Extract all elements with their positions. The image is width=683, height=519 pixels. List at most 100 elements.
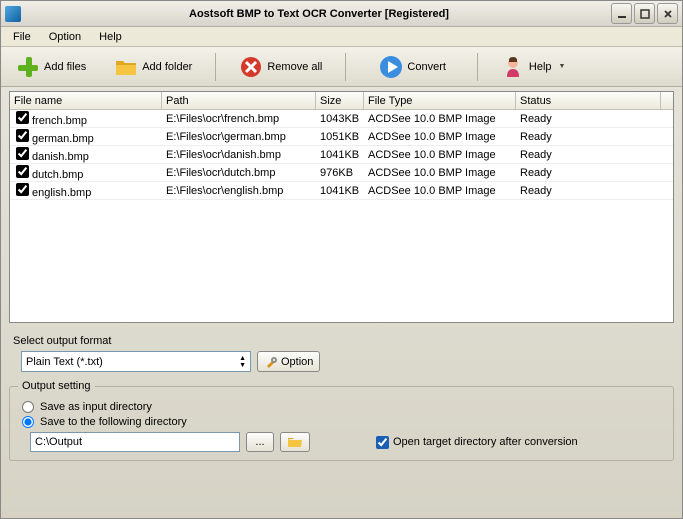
menu-help[interactable]: Help bbox=[91, 29, 130, 45]
output-format-select[interactable]: Plain Text (*.txt) ▲▼ bbox=[21, 351, 251, 372]
format-selected: Plain Text (*.txt) bbox=[26, 356, 103, 368]
cell-status: Ready bbox=[516, 166, 661, 180]
table-row[interactable]: english.bmp E:\Files\ocr\english.bmp1041K… bbox=[10, 182, 673, 200]
add-folder-label: Add folder bbox=[142, 61, 192, 73]
cell-type: ACDSee 10.0 BMP Image bbox=[364, 130, 516, 144]
output-path-input[interactable]: C:\Output bbox=[30, 432, 240, 452]
open-folder-button[interactable] bbox=[280, 432, 310, 452]
add-files-button[interactable]: Add files bbox=[9, 51, 93, 83]
cell-path: E:\Files\ocr\dutch.bmp bbox=[162, 166, 316, 180]
remove-icon bbox=[239, 55, 263, 79]
main-window: Aostsoft BMP to Text OCR Converter [Regi… bbox=[0, 0, 683, 519]
column-filetype[interactable]: File Type bbox=[364, 92, 516, 109]
open-target-label: Open target directory after conversion bbox=[393, 436, 578, 448]
cell-size: 1041KB bbox=[316, 184, 364, 198]
cell-size: 976KB bbox=[316, 166, 364, 180]
cell-path: E:\Files\ocr\french.bmp bbox=[162, 112, 316, 126]
toolbar: Add files Add folder Remove all Convert bbox=[1, 47, 682, 87]
wrench-icon bbox=[264, 355, 278, 369]
save-input-label: Save as input directory bbox=[40, 401, 152, 413]
row-checkbox[interactable] bbox=[16, 111, 29, 124]
radio-save-input-dir[interactable]: Save as input directory bbox=[22, 401, 665, 413]
cell-status: Ready bbox=[516, 130, 661, 144]
cell-status: Ready bbox=[516, 184, 661, 198]
column-status[interactable]: Status bbox=[516, 92, 661, 109]
format-option-button[interactable]: Option bbox=[257, 351, 320, 372]
close-icon bbox=[663, 9, 673, 19]
help-icon bbox=[501, 55, 525, 79]
column-filename[interactable]: File name bbox=[10, 92, 162, 109]
cell-path: E:\Files\ocr\danish.bmp bbox=[162, 148, 316, 162]
cell-filename: danish.bmp bbox=[32, 151, 89, 163]
menubar: File Option Help bbox=[1, 27, 682, 47]
cell-filename: german.bmp bbox=[32, 133, 94, 145]
cell-status: Ready bbox=[516, 148, 661, 162]
cell-path: E:\Files\ocr\english.bmp bbox=[162, 184, 316, 198]
remove-all-button[interactable]: Remove all bbox=[232, 51, 329, 83]
save-input-radio[interactable] bbox=[22, 401, 34, 413]
row-checkbox[interactable] bbox=[16, 183, 29, 196]
plus-icon bbox=[16, 55, 40, 79]
table-row[interactable]: dutch.bmp E:\Files\ocr\dutch.bmp976KBACDS… bbox=[10, 164, 673, 182]
row-checkbox[interactable] bbox=[16, 147, 29, 160]
save-following-radio[interactable] bbox=[22, 416, 34, 428]
convert-label: Convert bbox=[407, 61, 446, 73]
separator bbox=[345, 53, 346, 81]
help-button[interactable]: Help ▼ bbox=[494, 51, 573, 83]
add-files-label: Add files bbox=[44, 61, 86, 73]
titlebar: Aostsoft BMP to Text OCR Converter [Regi… bbox=[1, 1, 682, 27]
option-label: Option bbox=[281, 356, 313, 368]
open-target-checkbox[interactable] bbox=[376, 436, 389, 449]
cell-size: 1043KB bbox=[316, 112, 364, 126]
convert-button[interactable]: Convert bbox=[372, 51, 453, 83]
format-row: Plain Text (*.txt) ▲▼ Option bbox=[21, 351, 670, 372]
cell-filename: dutch.bmp bbox=[32, 169, 83, 181]
stepper-icon: ▲▼ bbox=[239, 355, 246, 369]
table-row[interactable]: danish.bmpE:\Files\ocr\danish.bmp1041KBA… bbox=[10, 146, 673, 164]
menu-option[interactable]: Option bbox=[41, 29, 89, 45]
browse-label: ... bbox=[255, 436, 264, 448]
output-path-row: C:\Output ... Open target directory afte… bbox=[30, 432, 665, 452]
format-section-label: Select output format bbox=[13, 335, 674, 347]
cell-status: Ready bbox=[516, 112, 661, 126]
close-button[interactable] bbox=[657, 3, 678, 24]
cell-filename: french.bmp bbox=[32, 115, 87, 127]
table-row[interactable]: french.bmp E:\Files\ocr\french.bmp1043KBA… bbox=[10, 110, 673, 128]
play-icon bbox=[379, 55, 403, 79]
output-path-value: C:\Output bbox=[35, 436, 82, 448]
separator bbox=[215, 53, 216, 81]
file-list-body[interactable]: french.bmpE:\Files\ocr\french.bmp1043KBA… bbox=[10, 110, 673, 323]
help-label: Help bbox=[529, 61, 552, 73]
add-folder-button[interactable]: Add folder bbox=[107, 51, 199, 83]
cell-path: E:\Files\ocr\german.bmp bbox=[162, 130, 316, 144]
maximize-button[interactable] bbox=[634, 3, 655, 24]
cell-type: ACDSee 10.0 BMP Image bbox=[364, 184, 516, 198]
row-checkbox[interactable] bbox=[16, 165, 29, 178]
maximize-icon bbox=[640, 9, 650, 19]
remove-all-label: Remove all bbox=[267, 61, 322, 73]
app-icon bbox=[5, 6, 21, 22]
browse-button[interactable]: ... bbox=[246, 432, 274, 452]
row-checkbox[interactable] bbox=[16, 129, 29, 142]
minimize-button[interactable] bbox=[611, 3, 632, 24]
radio-save-following-dir[interactable]: Save to the following directory bbox=[22, 416, 665, 428]
cell-type: ACDSee 10.0 BMP Image bbox=[364, 112, 516, 126]
folder-icon bbox=[114, 55, 138, 79]
column-path[interactable]: Path bbox=[162, 92, 316, 109]
menu-file[interactable]: File bbox=[5, 29, 39, 45]
column-size[interactable]: Size bbox=[316, 92, 364, 109]
open-folder-icon bbox=[287, 435, 303, 449]
window-controls bbox=[611, 3, 678, 24]
cell-size: 1051KB bbox=[316, 130, 364, 144]
open-target-checkbox-row[interactable]: Open target directory after conversion bbox=[376, 436, 578, 449]
file-list: File name Path Size File Type Status fre… bbox=[9, 91, 674, 323]
cell-size: 1041KB bbox=[316, 148, 364, 162]
table-row[interactable]: german.bmp E:\Files\ocr\german.bmp1051KBA… bbox=[10, 128, 673, 146]
window-title: Aostsoft BMP to Text OCR Converter [Regi… bbox=[27, 8, 611, 20]
cell-type: ACDSee 10.0 BMP Image bbox=[364, 166, 516, 180]
minimize-icon bbox=[617, 9, 627, 19]
file-list-header: File name Path Size File Type Status bbox=[10, 92, 673, 110]
chevron-down-icon: ▼ bbox=[559, 63, 566, 70]
separator bbox=[477, 53, 478, 81]
cell-filename: english.bmp bbox=[32, 187, 91, 199]
